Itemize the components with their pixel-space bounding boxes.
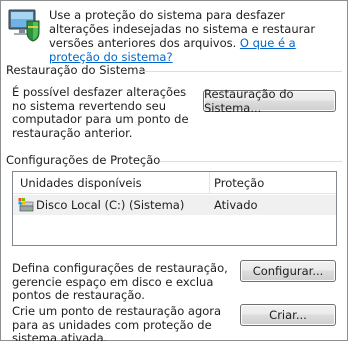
system-restore-description: É possível desfazer alterações no sistem… — [12, 85, 189, 140]
column-header-protection[interactable]: Proteção — [214, 176, 264, 190]
drives-list[interactable]: Unidades disponíveis Proteção Disco Loca… — [12, 171, 337, 246]
configure-button[interactable]: Configurar... — [240, 260, 336, 282]
system-restore-title: Restauração do Sistema — [6, 63, 146, 77]
drive-row[interactable]: Disco Local (C:) (Sistema) Ativado — [13, 195, 336, 215]
create-description: Crie um ponto de restauração agora para … — [12, 304, 222, 341]
system-protection-icon — [8, 8, 40, 42]
system-restore-button[interactable]: Restauração do Sistema... — [203, 87, 336, 115]
protection-settings-title: Configurações de Proteção — [6, 153, 161, 167]
configure-description: Defina configurações de restauração, ger… — [12, 261, 228, 302]
local-disk-icon — [18, 197, 34, 213]
system-restore-separator — [139, 71, 342, 72]
drive-protection-status: Ativado — [214, 198, 258, 212]
drive-name: Disco Local (C:) (Sistema) — [36, 198, 185, 212]
create-button[interactable]: Criar... — [240, 304, 336, 326]
drives-list-header: Unidades disponíveis Proteção — [13, 172, 336, 194]
column-header-drives[interactable]: Unidades disponíveis — [20, 176, 142, 190]
column-divider[interactable] — [209, 172, 210, 194]
protection-settings-separator — [160, 161, 342, 162]
intro-description: Use a proteção do sistema para desfazer … — [49, 8, 345, 64]
